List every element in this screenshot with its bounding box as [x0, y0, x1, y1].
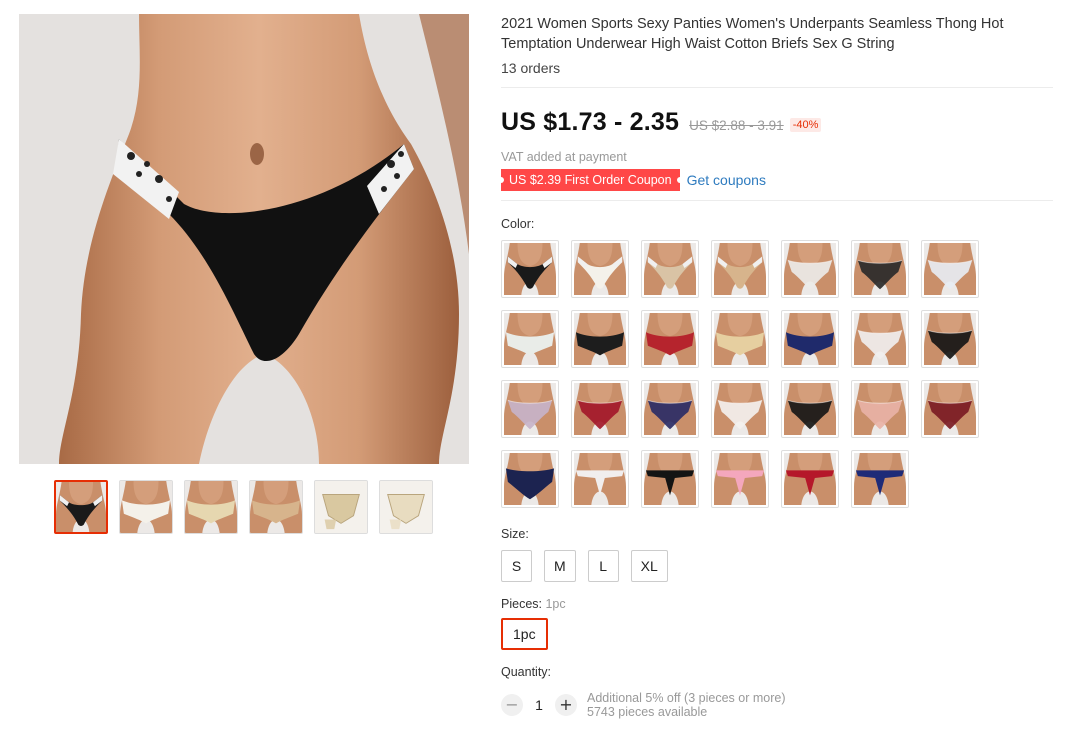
- color-swatch-image: [644, 243, 696, 295]
- gallery-thumbnail[interactable]: [184, 480, 238, 534]
- color-swatch-image: [504, 453, 556, 505]
- color-swatch[interactable]: [711, 310, 769, 368]
- quantity-value[interactable]: 1: [523, 697, 555, 713]
- price-row: US $1.73 - 2.35 US $2.88 - 3.91 -40%: [501, 108, 1053, 137]
- color-swatch[interactable]: [501, 380, 559, 438]
- color-swatch[interactable]: [781, 380, 839, 438]
- color-swatch-image: [714, 313, 766, 365]
- bulk-discount-note: Additional 5% off (3 pieces or more): [587, 691, 786, 705]
- thumbnail-strip: [54, 480, 433, 534]
- pieces-label-row: Pieces: 1pc: [501, 597, 1053, 611]
- size-label: Size:: [501, 527, 529, 541]
- vat-note: VAT added at payment: [501, 150, 627, 164]
- color-swatch-image: [574, 453, 626, 505]
- product-photo-illustration: [19, 14, 469, 464]
- gallery-thumbnail[interactable]: [379, 480, 433, 534]
- color-swatch[interactable]: [641, 240, 699, 298]
- color-swatch[interactable]: [571, 240, 629, 298]
- divider: [501, 200, 1053, 201]
- color-swatch-image: [574, 313, 626, 365]
- color-swatch-image: [784, 383, 836, 435]
- color-swatch[interactable]: [851, 380, 909, 438]
- color-swatch-image: [854, 453, 906, 505]
- current-price: US $1.73 - 2.35: [501, 108, 680, 136]
- color-swatch[interactable]: [571, 450, 629, 508]
- color-swatch[interactable]: [501, 240, 559, 298]
- color-swatch[interactable]: [921, 240, 979, 298]
- gallery-thumbnail[interactable]: [119, 480, 173, 534]
- coupon-row: US $2.39 First Order Coupon Get coupons: [498, 169, 1053, 191]
- color-swatch-image: [784, 313, 836, 365]
- gallery-thumbnail[interactable]: [54, 480, 108, 534]
- color-swatch-image: [854, 313, 906, 365]
- product-info: 2021 Women Sports Sexy Panties Women's U…: [498, 14, 1053, 719]
- color-swatch-image: [504, 383, 556, 435]
- divider: [501, 87, 1053, 88]
- color-swatch[interactable]: [781, 310, 839, 368]
- color-swatch[interactable]: [501, 450, 559, 508]
- quantity-stepper: − 1 + Additional 5% off (3 pieces or mor…: [501, 691, 1053, 719]
- color-swatch[interactable]: [711, 450, 769, 508]
- color-swatch-image: [714, 243, 766, 295]
- color-swatch[interactable]: [641, 310, 699, 368]
- product-title: 2021 Women Sports Sexy Panties Women's U…: [501, 16, 1004, 52]
- color-swatch[interactable]: [571, 380, 629, 438]
- color-swatch-image: [714, 383, 766, 435]
- quantity-notes: Additional 5% off (3 pieces or more) 574…: [587, 691, 785, 719]
- color-swatch-image: [574, 383, 626, 435]
- pieces-label: Pieces:: [501, 597, 542, 611]
- original-price: US $2.88 - 3.91: [689, 118, 784, 133]
- quantity-decrease-button[interactable]: −: [501, 694, 523, 716]
- color-swatch-image: [504, 243, 556, 295]
- main-product-image[interactable]: [19, 14, 469, 464]
- color-swatch-image: [924, 313, 976, 365]
- color-swatch-image: [924, 383, 976, 435]
- first-order-coupon[interactable]: US $2.39 First Order Coupon: [498, 169, 683, 191]
- gallery-thumbnail[interactable]: [249, 480, 303, 534]
- color-swatch[interactable]: [781, 240, 839, 298]
- color-swatch-image: [644, 383, 696, 435]
- quantity-increase-button[interactable]: +: [555, 694, 577, 716]
- pieces-option-1pc[interactable]: 1pc: [501, 618, 548, 650]
- size-option-s[interactable]: S: [501, 550, 532, 582]
- color-swatch[interactable]: [641, 450, 699, 508]
- color-swatch[interactable]: [711, 380, 769, 438]
- product-gallery: [19, 14, 469, 534]
- gallery-thumbnail[interactable]: [314, 480, 368, 534]
- orders-count: 13 orders: [501, 60, 561, 76]
- color-swatch-image: [784, 453, 836, 505]
- color-swatch[interactable]: [921, 310, 979, 368]
- stock-available: 5743 pieces available: [587, 705, 708, 719]
- size-option-l[interactable]: L: [587, 550, 619, 582]
- color-swatch[interactable]: [851, 240, 909, 298]
- color-swatch-image: [924, 243, 976, 295]
- color-swatch[interactable]: [781, 450, 839, 508]
- quantity-label: Quantity:: [501, 665, 552, 679]
- color-swatch-image: [644, 313, 696, 365]
- color-swatch-image: [714, 453, 766, 505]
- color-swatch[interactable]: [711, 240, 769, 298]
- size-options: S M L XL: [501, 550, 1053, 582]
- get-coupons-link[interactable]: Get coupons: [687, 172, 766, 188]
- color-label: Color:: [501, 217, 535, 231]
- color-swatch[interactable]: [921, 380, 979, 438]
- pieces-selected: 1pc: [545, 597, 566, 611]
- size-option-xl[interactable]: XL: [630, 550, 668, 582]
- color-swatch-image: [854, 243, 906, 295]
- color-swatch-image: [854, 383, 906, 435]
- color-swatch[interactable]: [571, 310, 629, 368]
- color-swatch[interactable]: [501, 310, 559, 368]
- color-swatch[interactable]: [851, 310, 909, 368]
- color-swatch-grid: [501, 240, 1053, 508]
- color-swatch-image: [784, 243, 836, 295]
- color-swatch-image: [574, 243, 626, 295]
- size-option-m[interactable]: M: [544, 550, 576, 582]
- color-swatch-image: [504, 313, 556, 365]
- color-swatch[interactable]: [851, 450, 909, 508]
- color-swatch-image: [644, 453, 696, 505]
- discount-badge: -40%: [789, 118, 822, 132]
- color-swatch[interactable]: [641, 380, 699, 438]
